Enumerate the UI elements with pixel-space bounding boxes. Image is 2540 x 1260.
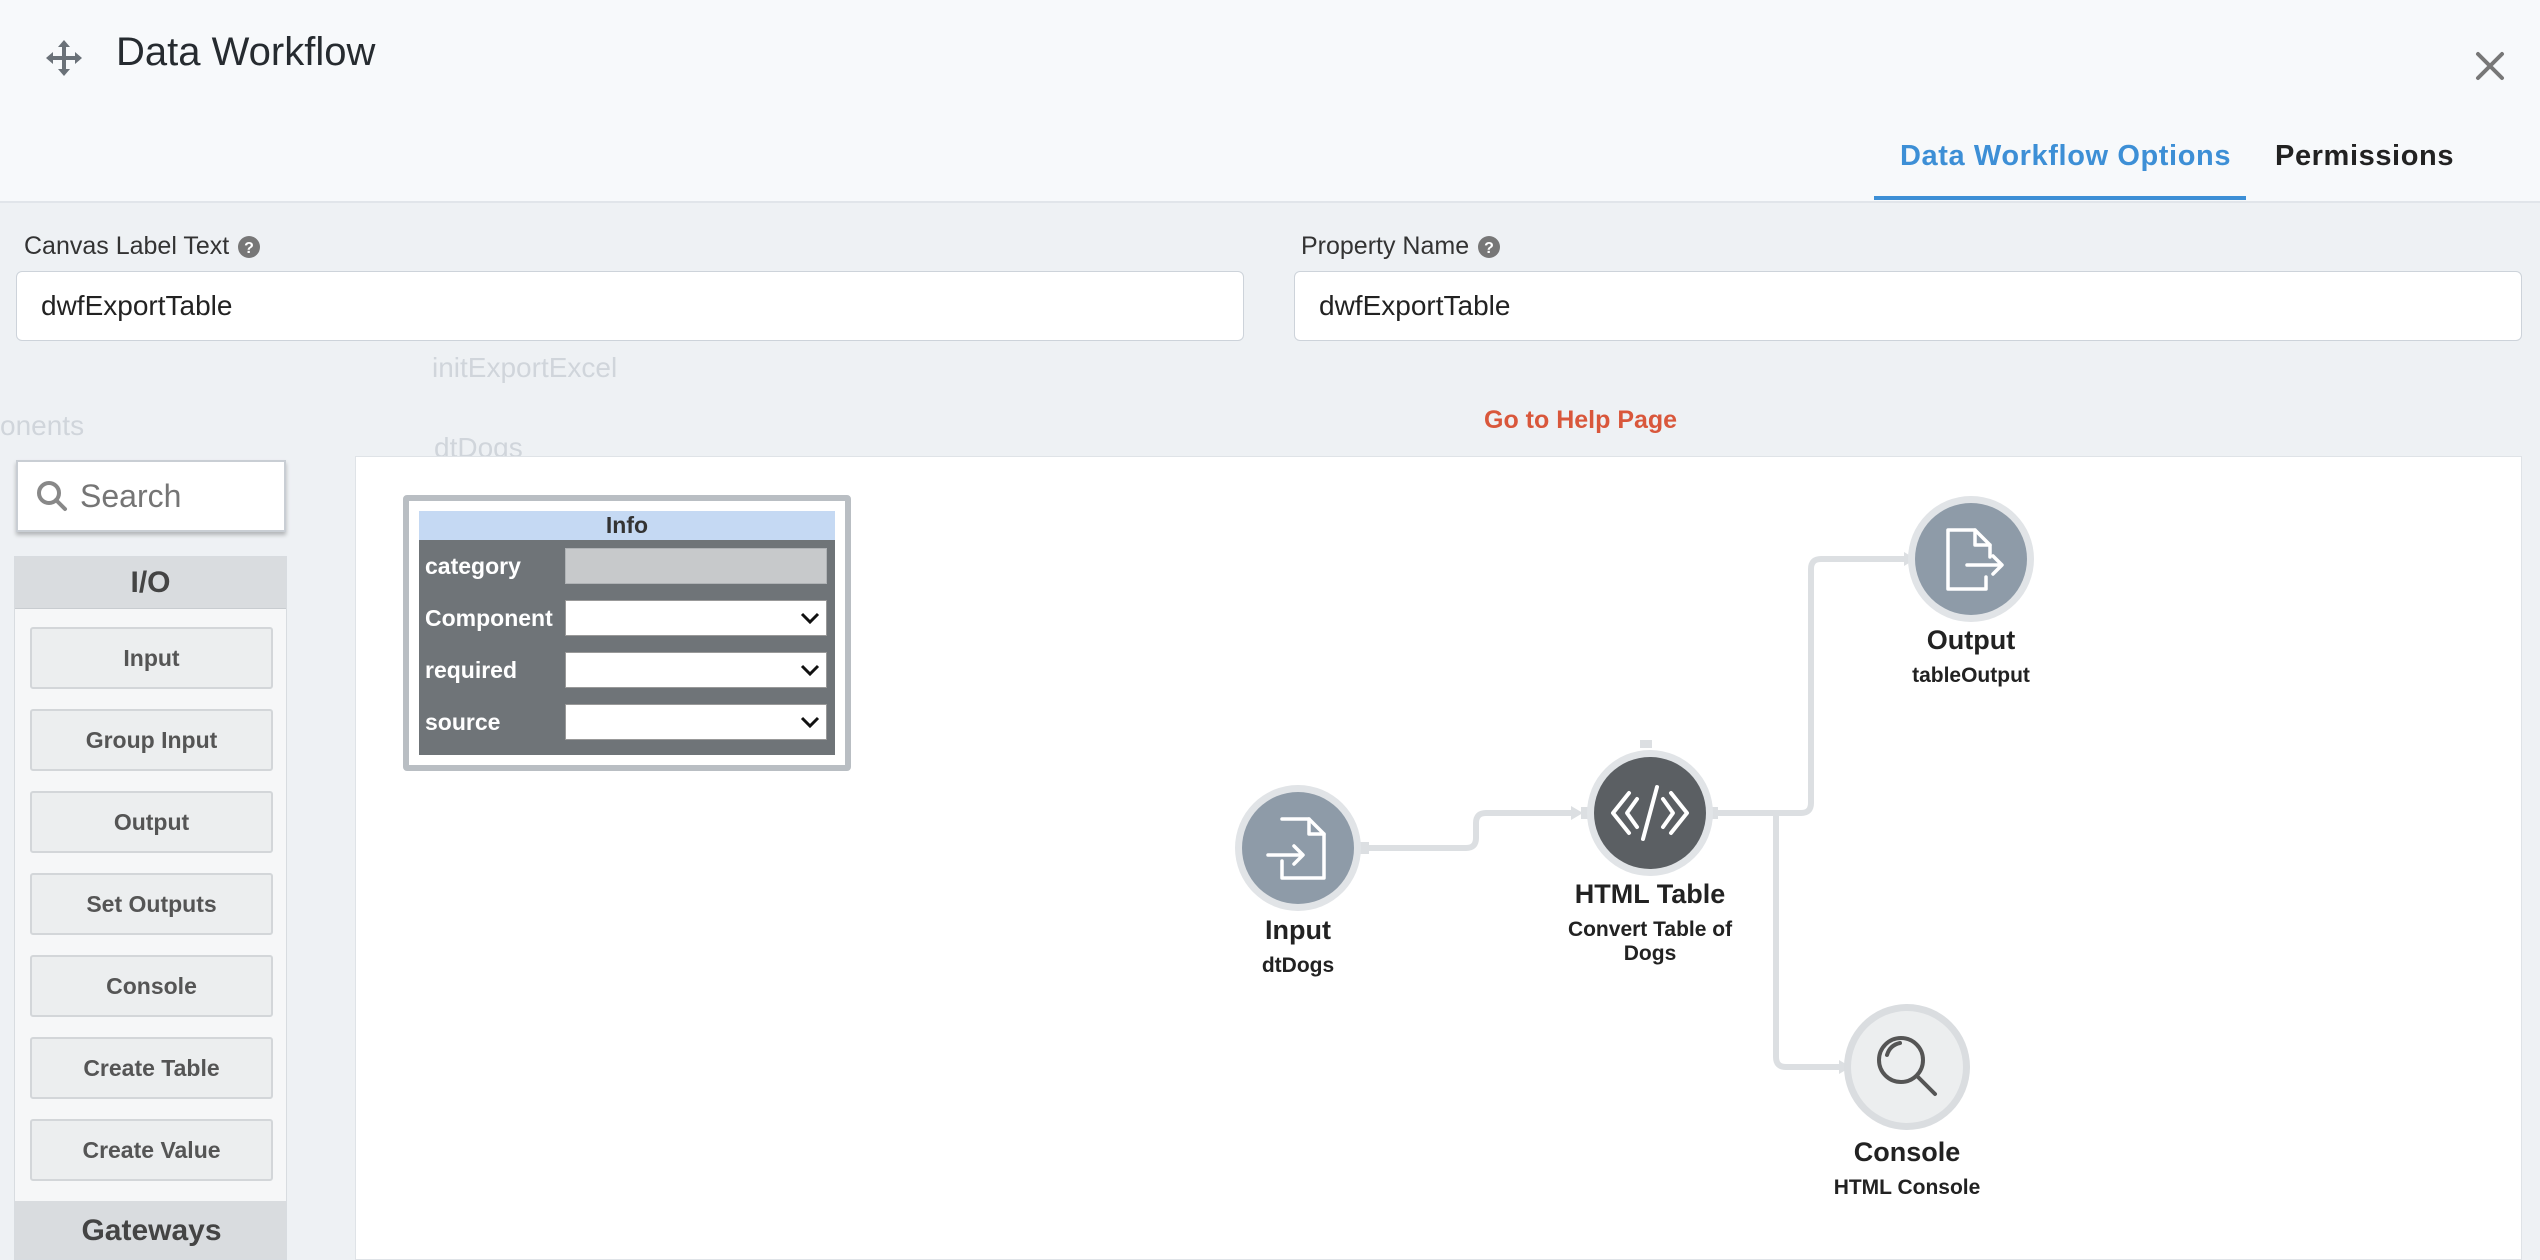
background-workflow-item: initExportExcel <box>432 352 618 383</box>
background-sidebar-text: onents <box>0 410 85 441</box>
node-subtitle: Convert Table of Dogs <box>1567 918 1733 965</box>
node-title: Console <box>1853 1137 1961 1167</box>
search-input[interactable] <box>80 477 270 515</box>
html-table-node-label: HTML Table Convert Table of Dogs <box>1550 879 1750 966</box>
palette-item-input[interactable]: Input <box>30 627 273 689</box>
help-icon[interactable]: ? <box>1477 235 1501 259</box>
palette-item-set-outputs[interactable]: Set Outputs <box>30 873 273 935</box>
tab-permissions[interactable]: Permissions <box>2275 140 2454 173</box>
connector-html-table-to-console <box>1773 813 1839 1070</box>
canvas-label-text-caption: Canvas Label Text <box>24 232 230 260</box>
node-palette: I/O Input Group Input Output Set Outputs… <box>14 556 287 1260</box>
node-title: Input <box>1265 915 1331 945</box>
input-node-label: Input dtDogs <box>1213 915 1383 978</box>
search-icon <box>37 481 67 511</box>
palette-item-output[interactable]: Output <box>30 791 273 853</box>
workflow-graph <box>1235 496 2034 1130</box>
dialog-header: Data Workflow Data Workflow Options Perm… <box>0 0 2540 203</box>
tab-data-workflow-options[interactable]: Data Workflow Options <box>1900 140 2231 173</box>
connector-input-to-html-table <box>1366 810 1571 851</box>
help-icon[interactable]: ? <box>237 235 261 259</box>
move-icon[interactable] <box>44 38 84 78</box>
canvas-label-text-label: Canvas Label Text ? <box>24 232 261 261</box>
dialog-title: Data Workflow <box>116 30 376 74</box>
active-tab-indicator <box>1874 196 2246 200</box>
connector-html-table-to-output <box>1713 556 1904 816</box>
palette-item-console[interactable]: Console <box>30 955 273 1017</box>
input-node[interactable] <box>1235 785 1361 911</box>
canvas-label-text-input[interactable] <box>16 271 1244 341</box>
node-subtitle: dtDogs <box>1261 954 1335 977</box>
svg-text:?: ? <box>244 240 254 257</box>
console-node-label: Console HTML Console <box>1802 1137 2012 1200</box>
node-subtitle: tableOutput <box>1912 664 2030 687</box>
property-name-caption: Property Name <box>1301 232 1470 260</box>
node-title: Output <box>1926 625 2016 655</box>
palette-section-io[interactable]: I/O <box>15 557 286 609</box>
html-table-node[interactable] <box>1587 750 1713 876</box>
palette-item-create-table[interactable]: Create Table <box>30 1037 273 1099</box>
output-node-label: Output tableOutput <box>1881 625 2061 688</box>
palette-item-create-value[interactable]: Create Value <box>30 1119 273 1181</box>
workflow-canvas[interactable]: Info category Component required source <box>355 456 2522 1260</box>
palette-section-gateways[interactable]: Gateways <box>15 1201 286 1259</box>
output-node[interactable] <box>1908 496 2034 622</box>
palette-item-group-input[interactable]: Group Input <box>30 709 273 771</box>
property-name-label: Property Name ? <box>1301 232 1501 261</box>
node-subtitle: HTML Console <box>1833 1176 1981 1199</box>
property-name-input[interactable] <box>1294 271 2522 341</box>
svg-text:?: ? <box>1484 240 1494 257</box>
console-node[interactable] <box>1844 1004 1970 1130</box>
palette-search[interactable] <box>16 460 286 532</box>
node-title: HTML Table <box>1574 879 1726 909</box>
close-icon[interactable] <box>2466 42 2514 90</box>
help-page-link[interactable]: Go to Help Page <box>1484 406 1677 435</box>
